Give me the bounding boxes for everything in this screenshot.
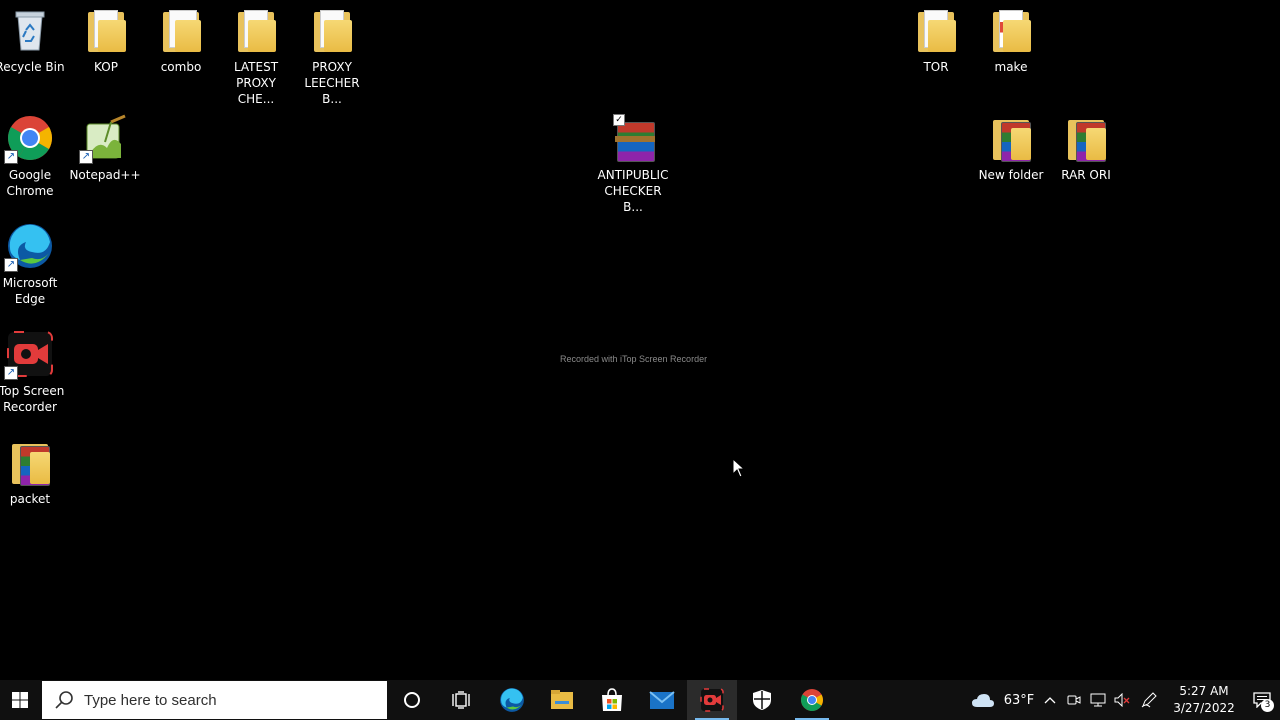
icon-label: New folder (978, 168, 1044, 182)
clock-time: 5:27 AM (1179, 684, 1229, 698)
weather-temperature[interactable]: 63°F (1000, 693, 1038, 708)
taskbar-edge[interactable] (487, 680, 537, 720)
folder-make[interactable]: make (974, 2, 1048, 75)
desktop: Recycle Bin KOP combo LATEST PROXY CHE..… (0, 0, 1280, 680)
windows-logo-icon (12, 692, 28, 708)
checkbox-icon[interactable]: ✓ (613, 114, 625, 126)
edge-icon (500, 688, 524, 712)
taskbar-mail[interactable] (637, 680, 687, 720)
clock-date: 3/27/2022 (1173, 701, 1235, 715)
show-hidden-icons-button[interactable] (1038, 696, 1062, 704)
icon-label: ANTIPUBLIC CHECKER B... (597, 168, 669, 214)
notepad-plus-plus-shortcut[interactable]: ↗ Notepad++ (68, 110, 142, 183)
taskbar-windows-security[interactable] (737, 680, 787, 720)
itop-recorder-icon (700, 688, 724, 712)
taskbar-search-box[interactable]: Type here to search (42, 681, 387, 719)
pen-workspace-button[interactable] (1134, 692, 1164, 708)
icon-label: Microsoft Edge (2, 276, 58, 306)
clock[interactable]: 5:27 AM 3/27/2022 (1164, 683, 1244, 717)
icon-label: packet (9, 492, 51, 506)
icon-label: Google Chrome (6, 168, 54, 198)
network-icon (1090, 693, 1106, 707)
chrome-icon: ↗ (4, 114, 54, 164)
folder-icon (308, 6, 356, 54)
icon-label: Recycle Bin (0, 60, 65, 74)
icon-label: combo (160, 60, 202, 74)
store-icon (602, 688, 622, 711)
icon-label: Notepad++ (69, 168, 141, 182)
folder-icon (232, 6, 280, 54)
shortcut-arrow-icon: ↗ (79, 150, 93, 164)
folder-icon (987, 6, 1035, 54)
weather-widget[interactable] (966, 692, 1000, 708)
mouse-cursor-icon (732, 458, 746, 478)
task-view-button[interactable] (437, 680, 487, 720)
taskbar-file-explorer[interactable] (537, 680, 587, 720)
mail-icon (649, 691, 675, 709)
start-button[interactable] (0, 680, 40, 720)
taskbar-microsoft-store[interactable] (587, 680, 637, 720)
taskbar-itop-recorder[interactable] (687, 680, 737, 720)
icon-label: TOR (923, 60, 949, 74)
shortcut-arrow-icon: ↗ (4, 150, 18, 164)
notepad-plus-plus-icon: ↗ (79, 114, 129, 164)
taskbar: Type here to search 63°F 5:27 AM 3/27/20… (0, 680, 1280, 720)
winrar-folder-icon (1062, 114, 1110, 162)
icon-label: LATEST PROXY CHE... (233, 60, 279, 106)
folder-rar-ori[interactable]: RAR ORI (1049, 110, 1123, 183)
notification-center-button[interactable]: 3 (1244, 680, 1280, 720)
icon-label: KOP (94, 60, 118, 74)
winrar-folder-icon (987, 114, 1035, 162)
shield-icon (753, 690, 771, 710)
notification-count-badge: 3 (1261, 699, 1274, 712)
edge-icon: ↗ (4, 222, 54, 272)
volume-muted-icon (1114, 693, 1130, 707)
volume-button[interactable] (1110, 693, 1134, 707)
winrar-folder-icon (6, 438, 54, 486)
folder-icon (82, 6, 130, 54)
search-icon (55, 691, 73, 709)
shortcut-arrow-icon: ↗ (4, 366, 18, 380)
cortana-button[interactable] (387, 680, 437, 720)
icon-label: iTop Screen Recorder (0, 384, 65, 414)
google-chrome-shortcut[interactable]: ↗ Google Chrome (0, 110, 67, 199)
chrome-icon (801, 689, 823, 711)
network-button[interactable] (1086, 693, 1110, 707)
itop-screen-recorder-shortcut[interactable]: ↗ iTop Screen Recorder (0, 326, 67, 415)
folder-tor[interactable]: TOR (899, 2, 973, 75)
recorder-watermark: Recorded with iTop Screen Recorder (560, 354, 708, 364)
shortcut-arrow-icon: ↗ (4, 258, 18, 272)
icon-label: make (994, 60, 1028, 74)
recycle-bin-icon (6, 6, 54, 54)
file-explorer-icon (551, 690, 573, 709)
camera-icon (1067, 695, 1081, 705)
folder-icon (157, 6, 205, 54)
itop-recorder-icon: ↗ (4, 330, 54, 380)
cloud-icon (972, 694, 994, 707)
chevron-up-icon (1044, 697, 1056, 704)
folder-latest-proxy-checker[interactable]: LATEST PROXY CHE... (219, 2, 293, 107)
taskbar-chrome[interactable] (787, 680, 837, 720)
folder-kop[interactable]: KOP (69, 2, 143, 75)
cortana-circle-icon (404, 692, 420, 708)
search-placeholder: Type here to search (84, 691, 217, 709)
folder-icon (912, 6, 960, 54)
icon-label: RAR ORI (1061, 168, 1111, 182)
folder-proxy-leecher[interactable]: PROXY LEECHER B... (295, 2, 369, 107)
meet-now-button[interactable] (1062, 693, 1086, 707)
system-tray: 63°F 5:27 AM 3/27/2022 3 (966, 680, 1280, 720)
icon-label: PROXY LEECHER B... (304, 60, 360, 106)
antipublic-checker-archive[interactable]: ✓ ANTIPUBLIC CHECKER B... (596, 110, 670, 215)
folder-packet[interactable]: packet (0, 434, 67, 507)
task-view-icon (452, 691, 470, 709)
pen-icon (1141, 692, 1157, 708)
recycle-bin-shortcut[interactable]: Recycle Bin (0, 2, 67, 75)
microsoft-edge-shortcut[interactable]: ↗ Microsoft Edge (0, 218, 67, 307)
folder-combo[interactable]: combo (144, 2, 218, 75)
folder-new-folder[interactable]: New folder (974, 110, 1048, 183)
winrar-archive-icon: ✓ (609, 114, 657, 162)
